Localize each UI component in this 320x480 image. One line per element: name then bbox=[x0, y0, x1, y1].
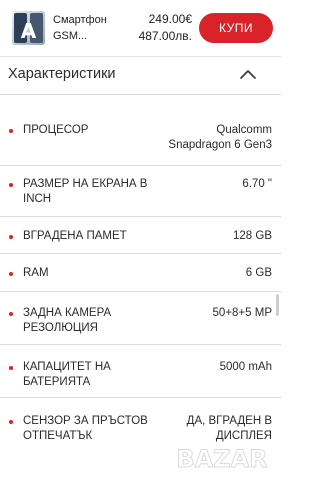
svg-text:BAZAR: BAZAR bbox=[176, 445, 267, 473]
product-name-line-1: Смартфон bbox=[53, 14, 107, 26]
spec-value-line-1: 128 GB bbox=[233, 230, 272, 242]
spec-value-line-1: 50+8+5 MP bbox=[212, 307, 272, 319]
spec-label-line-1: ВГРАДЕНА ПАМЕТ bbox=[23, 230, 127, 242]
bullet-icon bbox=[9, 366, 13, 370]
bullet-icon bbox=[9, 420, 13, 424]
spec-value-line-2: Snapdragon 6 Gen3 bbox=[168, 139, 272, 151]
svg-text:A: A bbox=[21, 19, 37, 43]
phone-image-icon: A bbox=[12, 11, 45, 45]
spec-label-line-1: КАПАЦИТЕТ НА bbox=[23, 361, 111, 373]
spec-label-line-2: INCH bbox=[23, 193, 52, 205]
spec-label: СЕНЗОР ЗА ПРЪСТОВ ОТПЕЧАТЪК bbox=[23, 414, 153, 444]
product-name-line-2: GSM... bbox=[53, 30, 88, 42]
bullet-icon bbox=[9, 129, 13, 133]
spec-label: ПРОЦЕСОР bbox=[23, 123, 153, 138]
spec-value-line-1: 6 GB bbox=[245, 267, 272, 279]
spec-label-line-1: RAM bbox=[23, 267, 49, 279]
spec-value-line-1: 6.70 " bbox=[242, 178, 272, 190]
product-name[interactable]: Смартфон GSM... bbox=[53, 12, 123, 44]
product-thumbnail[interactable]: A bbox=[12, 11, 45, 45]
bazar-watermark-logo: BAZAR bbox=[176, 445, 268, 474]
spec-value: Qualcomm Snapdragon 6 Gen3 bbox=[152, 123, 272, 153]
bullet-icon bbox=[9, 183, 13, 187]
spec-label-line-1: СЕНЗОР ЗА ПРЪСТОВ bbox=[23, 415, 148, 427]
spec-row-storage: ВГРАДЕНА ПАМЕТ 128 GB bbox=[0, 217, 281, 254]
section-title: Характеристики bbox=[8, 66, 116, 82]
spec-row-processor: ПРОЦЕСОР Qualcomm Snapdragon 6 Gen3 bbox=[0, 95, 281, 166]
spec-value-line-1: Qualcomm bbox=[216, 124, 272, 136]
spec-label-line-1: РАЗМЕР НА ЕКРАНА В bbox=[23, 178, 148, 190]
spec-row-rear-camera: ЗАДНА КАМЕРА РЕЗОЛЮЦИЯ 50+8+5 MP bbox=[0, 292, 281, 345]
product-page: A Смартфон GSM... 249.00€ 487.00лв. КУПИ… bbox=[0, 0, 281, 480]
sticky-product-bar: A Смартфон GSM... 249.00€ 487.00лв. КУПИ bbox=[0, 0, 281, 57]
spec-label: RAM bbox=[23, 266, 153, 281]
spec-label-line-2: РЕЗОЛЮЦИЯ bbox=[23, 322, 98, 334]
bullet-icon bbox=[9, 312, 13, 316]
spec-value-line-1: 5000 mAh bbox=[219, 361, 272, 373]
spec-value: 50+8+5 MP bbox=[152, 306, 272, 321]
specifications-header[interactable]: Характеристики bbox=[0, 56, 281, 95]
spec-row-screen-size: РАЗМЕР НА ЕКРАНА В INCH 6.70 " bbox=[0, 166, 281, 217]
spec-row-battery: КАПАЦИТЕТ НА БАТЕРИЯТА 5000 mAh bbox=[0, 345, 281, 398]
spec-label: ВГРАДЕНА ПАМЕТ bbox=[23, 229, 153, 244]
spec-label-line-1: ПРОЦЕСОР bbox=[23, 124, 89, 136]
spec-label: КАПАЦИТЕТ НА БАТЕРИЯТА bbox=[23, 360, 153, 390]
chevron-up-icon[interactable] bbox=[238, 65, 258, 85]
spec-label-line-2: ОТПЕЧАТЪК bbox=[23, 430, 93, 442]
bullet-icon bbox=[9, 235, 13, 239]
spec-label: ЗАДНА КАМЕРА РЕЗОЛЮЦИЯ bbox=[23, 306, 153, 336]
spec-value: 5000 mAh bbox=[152, 360, 272, 375]
scrollbar-thumb[interactable] bbox=[276, 294, 279, 316]
bullet-icon bbox=[9, 272, 13, 276]
spec-value: 128 GB bbox=[152, 229, 272, 244]
spec-value: 6 GB bbox=[152, 266, 272, 281]
spec-row-ram: RAM 6 GB bbox=[0, 254, 281, 292]
buy-button[interactable]: КУПИ bbox=[199, 13, 273, 43]
spec-label-line-1: ЗАДНА КАМЕРА bbox=[23, 307, 112, 319]
spec-value-line-1: ДА, ВГРАДЕН В bbox=[186, 415, 272, 427]
price-eur: 249.00€ bbox=[148, 12, 192, 26]
spec-label: РАЗМЕР НА ЕКРАНА В INCH bbox=[23, 177, 153, 207]
product-price: 249.00€ 487.00лв. bbox=[130, 11, 192, 45]
spec-label-line-2: БАТЕРИЯТА bbox=[23, 376, 91, 388]
price-bgn: 487.00лв. bbox=[138, 29, 192, 43]
spec-value: 6.70 " bbox=[152, 177, 272, 192]
